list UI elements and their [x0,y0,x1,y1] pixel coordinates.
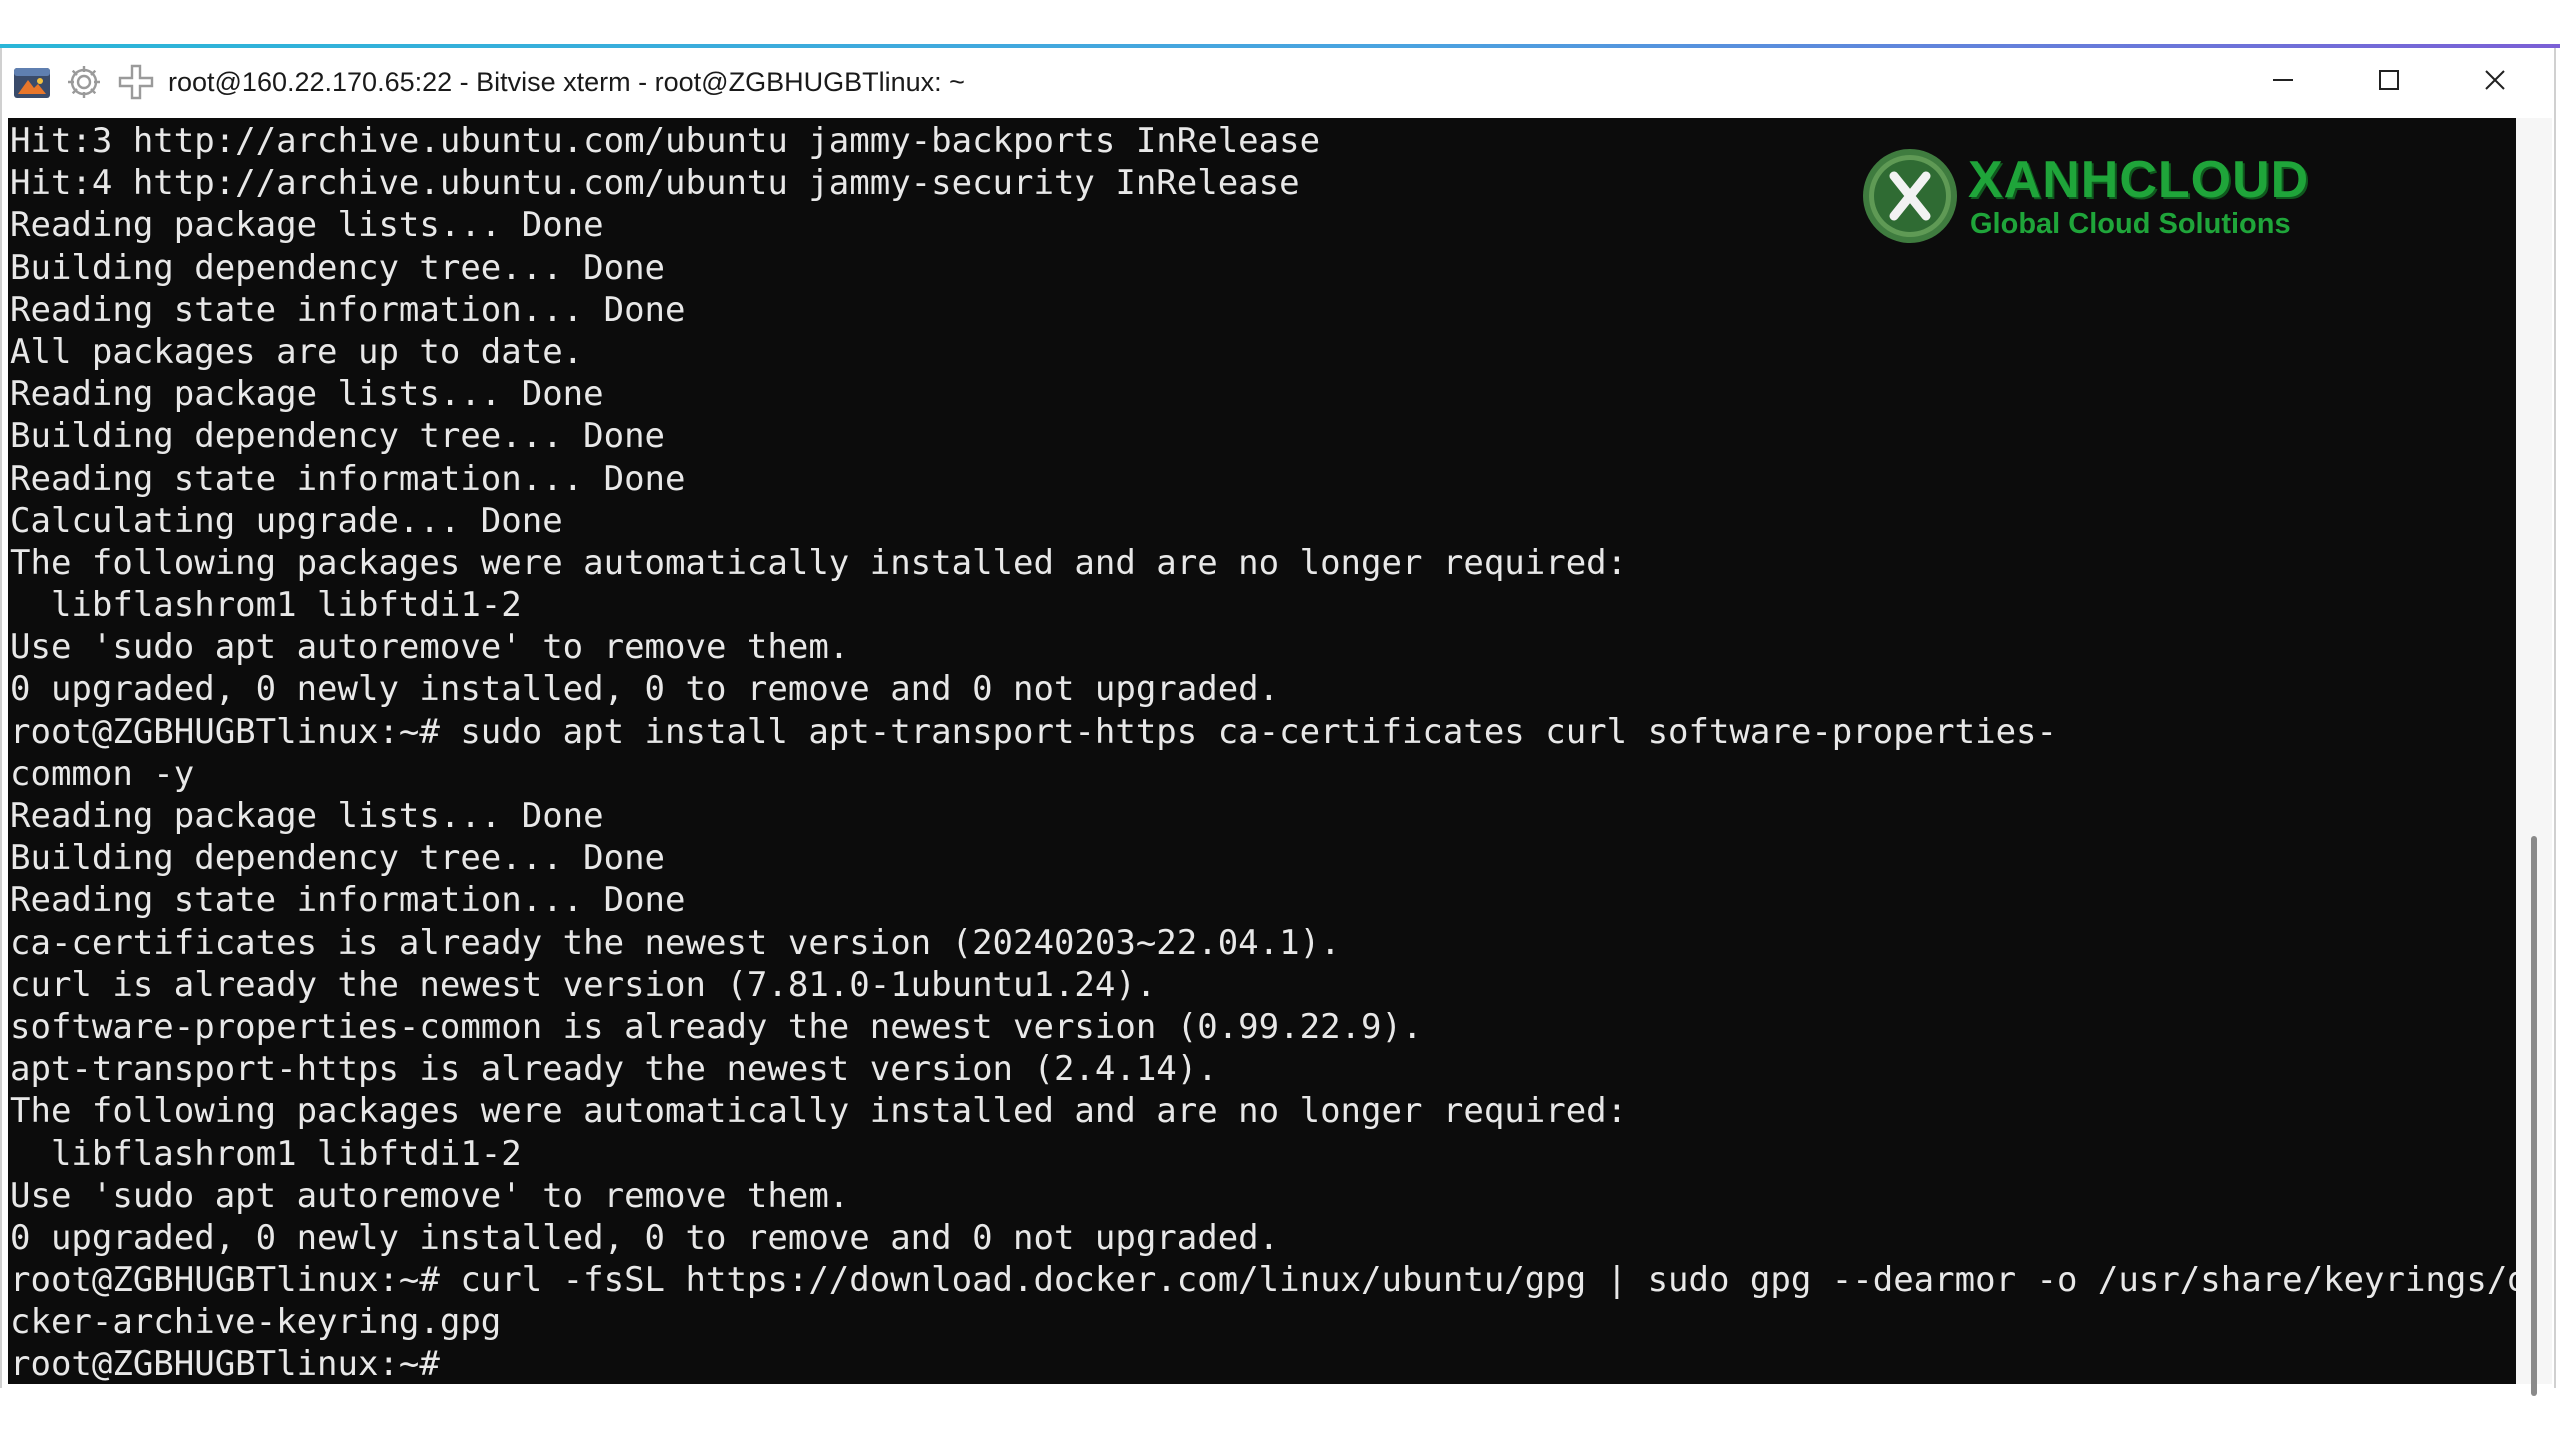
terminal-line: Building dependency tree... Done [10,416,666,457]
terminal-output-area[interactable]: Hit:3 http://archive.ubuntu.com/ubuntu j… [8,118,2516,1384]
terminal-line: cker-archive-keyring.gpg [10,1302,502,1343]
scrollbar-thumb[interactable] [2531,836,2537,1396]
terminal-line: All packages are up to date. [10,331,584,372]
terminal-line: Building dependency tree... Done [10,838,666,879]
xanhcloud-watermark-logo: XANHCLOUD Global Cloud Solutions [1860,146,2309,250]
minimize-button[interactable] [2230,48,2336,116]
terminal-line: Use 'sudo apt autoremove' to remove them… [10,627,850,668]
terminal-line: root@ZGBHUGBTlinux:~# [10,1343,2516,1384]
terminal-line: apt-transport-https is already the newes… [10,1049,1218,1090]
gear-icon[interactable] [62,60,106,104]
terminal-line: Calculating upgrade... Done [10,500,563,541]
window-title: root@160.22.170.65:22 - Bitvise xterm - … [168,66,965,97]
maximize-icon [2376,67,2402,97]
maximize-button[interactable] [2336,48,2442,116]
bitvise-terminal-icon[interactable] [10,60,54,104]
terminal-line: curl is already the newest version (7.81… [10,964,1157,1005]
new-terminal-plus-icon[interactable] [114,60,158,104]
close-button[interactable] [2442,48,2548,116]
close-icon [2482,67,2508,97]
x-badge-icon [1860,146,1960,250]
terminal-line: software-properties-common is already th… [10,1006,1423,1047]
minimize-icon [2270,67,2296,97]
vertical-scrollbar[interactable] [2516,118,2552,1396]
title-bar[interactable]: root@160.22.170.65:22 - Bitvise xterm - … [2,48,2554,116]
terminal-line: The following packages were automaticall… [10,1091,1628,1132]
terminal-line: 0 upgraded, 0 newly installed, 0 to remo… [10,1217,1280,1258]
terminal-line: Use 'sudo apt autoremove' to remove them… [10,1175,850,1216]
terminal-line: Reading package lists... Done [10,374,604,415]
terminal-line: Reading package lists... Done [10,796,604,836]
terminal-line: Building dependency tree... Done [10,247,666,288]
terminal-lines: Hit:3 http://archive.ubuntu.com/ubuntu j… [10,120,2516,1384]
terminal-window: root@160.22.170.65:22 - Bitvise xterm - … [0,48,2556,1396]
terminal-line: root@ZGBHUGBTlinux:~# sudo apt install a… [10,711,2057,752]
terminal-line: Reading state information... Done [10,880,686,921]
terminal-line: root@ZGBHUGBTlinux:~# curl -fsSL https:/… [10,1260,2516,1301]
terminal-line: ca-certificates is already the newest ve… [10,922,1341,963]
terminal-line: 0 upgraded, 0 newly installed, 0 to remo… [10,669,1280,710]
logo-brand-text: XANHCLOUD [1968,151,2310,209]
terminal-line: Reading state information... Done [10,458,686,499]
terminal-line: Reading state information... Done [10,289,686,330]
terminal-line: libflashrom1 libftdi1-2 [10,585,522,626]
logo-tagline: Global Cloud Solutions [1970,208,2291,240]
terminal-line: common -y [10,753,195,794]
terminal-line: The following packages were automaticall… [10,542,1628,583]
terminal-line: libflashrom1 libftdi1-2 [10,1133,522,1174]
